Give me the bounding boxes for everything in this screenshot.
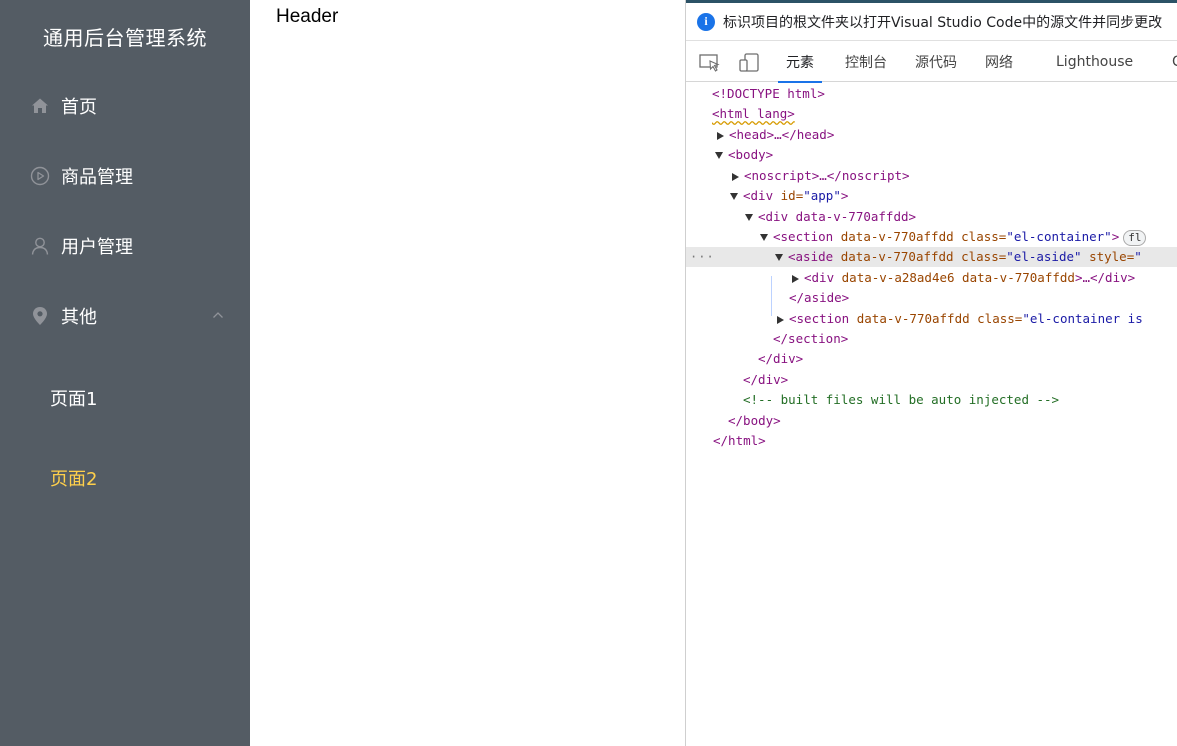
user-icon xyxy=(30,236,50,256)
tab-console[interactable]: 控制台 xyxy=(845,42,887,82)
section-close-text: </section> xyxy=(773,331,849,346)
doctype-text: <!DOCTYPE html> xyxy=(712,86,825,101)
device-icon xyxy=(739,53,759,72)
attr-name: data-v-a28ad4e6 data-v-770affdd xyxy=(841,270,1075,285)
inspect-icon xyxy=(699,54,720,72)
expand-triangle-icon[interactable] xyxy=(717,131,724,140)
sidebar-item-goods[interactable]: 商品管理 xyxy=(0,148,250,204)
more-options-icon[interactable]: ··· xyxy=(690,247,715,267)
head-text: <head>…</head> xyxy=(729,127,835,142)
attr-value: " xyxy=(1134,249,1142,264)
tree-node[interactable]: </div> xyxy=(686,349,1177,369)
submenu-item-page2[interactable]: 页面2 xyxy=(0,450,250,506)
attr-name: data-v-770affdd class= xyxy=(840,249,1007,264)
sidebar-item-users[interactable]: 用户管理 xyxy=(0,218,250,274)
tree-node[interactable]: <!DOCTYPE html> xyxy=(686,84,1177,104)
expand-triangle-icon[interactable] xyxy=(777,315,784,324)
sidebar-item-label: 用户管理 xyxy=(61,237,133,258)
tree-node-selected[interactable]: ··· <aside data-v-770affdd class="el-asid… xyxy=(686,247,1177,267)
tab-lighthouse[interactable]: Lighthouse xyxy=(1056,42,1133,82)
tree-node[interactable]: </div> xyxy=(686,370,1177,390)
devtools-info-bar[interactable]: i 标识项目的根文件夹以打开Visual Studio Code中的源文件并同步… xyxy=(686,3,1177,41)
info-bar-text: 标识项目的根文件夹以打开Visual Studio Code中的源文件并同步更改 xyxy=(723,14,1163,31)
devtools-toolbar: 元素 控制台 源代码 网络 Lighthouse C xyxy=(686,42,1177,83)
collapse-triangle-icon[interactable] xyxy=(715,152,723,159)
tree-node[interactable]: <div id="app"> xyxy=(686,186,1177,206)
attr-name: style= xyxy=(1089,249,1135,264)
main-content: Header xyxy=(250,0,685,746)
sidebar-item-other[interactable]: 其他 xyxy=(0,288,250,344)
info-icon: i xyxy=(697,12,715,31)
chevron-up-icon xyxy=(212,306,224,318)
collapse-triangle-icon[interactable] xyxy=(745,214,753,221)
inspect-element-button[interactable] xyxy=(698,52,722,74)
tag-name: <aside xyxy=(788,249,834,264)
tree-node[interactable]: </aside> xyxy=(686,288,1177,308)
sidebar-item-label: 商品管理 xyxy=(61,167,133,188)
tree-node[interactable]: <head>…</head> xyxy=(686,125,1177,145)
devtools-panel: i 标识项目的根文件夹以打开Visual Studio Code中的源文件并同步… xyxy=(685,0,1177,746)
sidebar: 通用后台管理系统 首页 商品管理 用户管理 其他 页面1 页面2 xyxy=(0,0,250,746)
tab-elements[interactable]: 元素 xyxy=(778,42,822,83)
tree-node[interactable]: <html lang> xyxy=(686,104,1177,124)
submenu-item-label: 页面1 xyxy=(50,389,98,410)
tree-node[interactable]: <body> xyxy=(686,145,1177,165)
aside-close-text: </aside> xyxy=(789,290,850,305)
sidebar-title: 通用后台管理系统 xyxy=(43,26,207,50)
tree-node[interactable]: <section data-v-770affdd class="el-conta… xyxy=(686,309,1177,329)
tree-node[interactable]: </body> xyxy=(686,411,1177,431)
body-open-text: <body> xyxy=(728,147,774,162)
noscript-text: <noscript>…</noscript> xyxy=(744,168,910,183)
tab-network[interactable]: 网络 xyxy=(985,42,1013,82)
attr-name: data-v-770affdd class= xyxy=(840,229,1007,244)
tree-node[interactable]: <noscript>…</noscript> xyxy=(686,166,1177,186)
device-toolbar-button[interactable] xyxy=(738,52,762,74)
video-play-icon xyxy=(30,166,50,186)
tree-node[interactable]: <!-- built files will be auto injected -… xyxy=(686,390,1177,410)
tag-end: >…</div> xyxy=(1074,270,1136,285)
attr-value: "el-container" xyxy=(1006,229,1112,244)
submenu-item-page1[interactable]: 页面1 xyxy=(0,370,250,426)
attr-name: id= xyxy=(780,188,804,203)
collapse-triangle-icon[interactable] xyxy=(775,254,783,261)
attr-value: "el-container is xyxy=(1022,311,1143,326)
tag-name: <div xyxy=(804,270,835,285)
div-close-text: </div> xyxy=(743,372,789,387)
home-icon xyxy=(30,96,50,116)
attr-value: "app" xyxy=(803,188,841,203)
indent-guide xyxy=(771,276,772,316)
tab-overflow[interactable]: C xyxy=(1172,42,1177,82)
div-close-text: </div> xyxy=(758,351,804,366)
tree-node[interactable]: </html> xyxy=(686,431,1177,451)
flex-badge[interactable]: fl xyxy=(1123,230,1147,246)
div-inner-text: <div data-v-770affdd> xyxy=(758,209,917,224)
tree-node[interactable]: <div data-v-a28ad4e6 data-v-770affdd>…</… xyxy=(686,268,1177,288)
tag-name: <section xyxy=(773,229,834,244)
tree-node[interactable]: <section data-v-770affdd class="el-conta… xyxy=(686,227,1177,247)
tree-node[interactable]: </section> xyxy=(686,329,1177,349)
collapse-triangle-icon[interactable] xyxy=(730,193,738,200)
tag-name: <section xyxy=(789,311,850,326)
html-close-text: </html> xyxy=(713,433,766,448)
comment-text: <!-- built files will be auto injected -… xyxy=(743,392,1060,407)
sidebar-item-label: 首页 xyxy=(61,97,97,118)
tab-sources[interactable]: 源代码 xyxy=(915,42,957,82)
html-open-text: <html lang> xyxy=(712,106,795,121)
sidebar-item-home[interactable]: 首页 xyxy=(0,78,250,134)
attr-value: "el-aside" xyxy=(1006,249,1082,264)
collapse-triangle-icon[interactable] xyxy=(760,234,768,241)
tree-node[interactable]: <div data-v-770affdd> xyxy=(686,207,1177,227)
location-icon xyxy=(30,306,50,326)
page-header: Header xyxy=(276,6,339,27)
body-close-text: </body> xyxy=(728,413,781,428)
submenu-item-label: 页面2 xyxy=(50,469,98,490)
attr-name: data-v-770affdd class= xyxy=(856,311,1023,326)
sidebar-item-label: 其他 xyxy=(61,307,97,328)
expand-triangle-icon[interactable] xyxy=(792,274,799,283)
tag-name: <div xyxy=(743,188,774,203)
expand-triangle-icon[interactable] xyxy=(732,172,739,181)
